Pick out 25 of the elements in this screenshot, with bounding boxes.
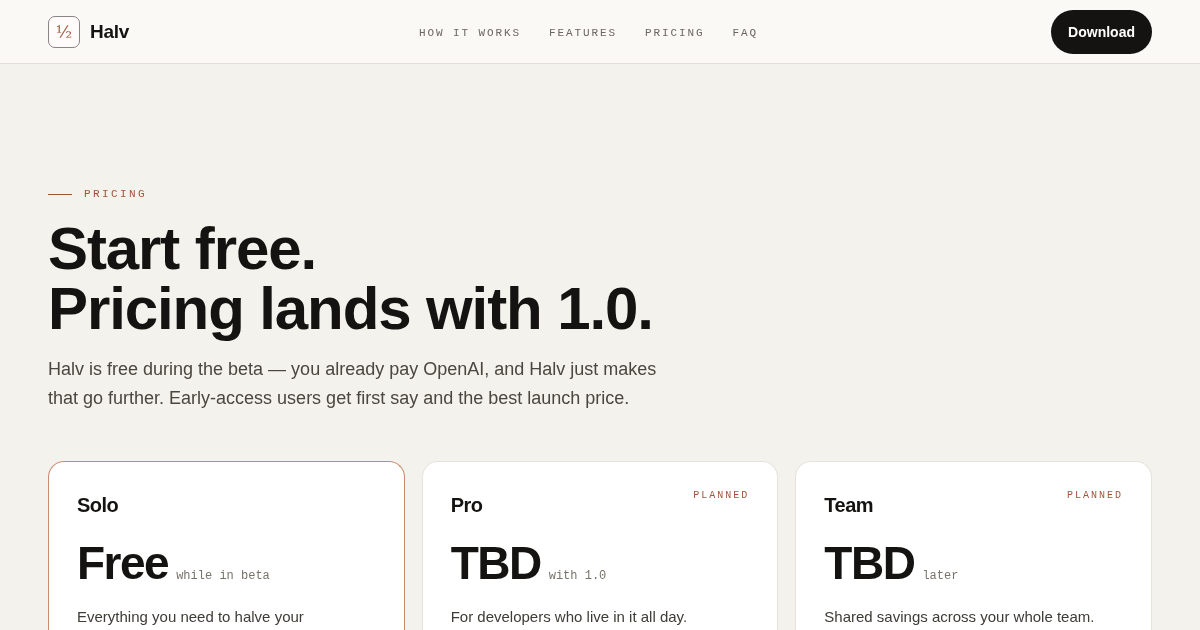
lead-paragraph: Halv is free during the beta — you already pay OpenAI, and Halv just makes that go further. Early-access users get first say and the best launch price. — [48, 358, 658, 410]
status-label: PLANNED — [1066, 490, 1123, 501]
logo-mark[interactable]: ½ — [48, 15, 80, 48]
plan-price: Free — [77, 538, 169, 588]
nav-link[interactable]: FEATURES — [549, 25, 618, 39]
price-note: with 1.0 — [548, 569, 607, 583]
status-label: PLANNED — [693, 490, 750, 501]
nav-link[interactable]: HOW IT WORKS — [419, 25, 521, 39]
eyebrow-rule — [48, 193, 72, 195]
download-button[interactable]: Download — [1051, 9, 1152, 54]
brand-name[interactable]: Halv — [90, 20, 129, 43]
nav-link[interactable]: PRICING — [645, 25, 705, 39]
plan-description: Shared savings across your whole team. — [824, 607, 1096, 627]
plan-name: Solo — [77, 493, 119, 518]
plan-name: Team — [824, 493, 874, 518]
plan-name: Pro — [450, 493, 483, 518]
price-note: later — [922, 569, 959, 583]
section-label: PRICING — [84, 188, 147, 200]
nav-link[interactable]: FAQ — [732, 25, 759, 39]
plan-price: TBD — [450, 538, 541, 588]
page-heading: Start free. Pricing lands with 1.0. — [48, 219, 653, 339]
plan-description: For developers who live in it all day. — [450, 607, 689, 627]
price-note: while in beta — [176, 569, 270, 583]
plan-price: TBD — [824, 538, 915, 588]
plan-description: Everything you need to halve your — [77, 607, 305, 627]
